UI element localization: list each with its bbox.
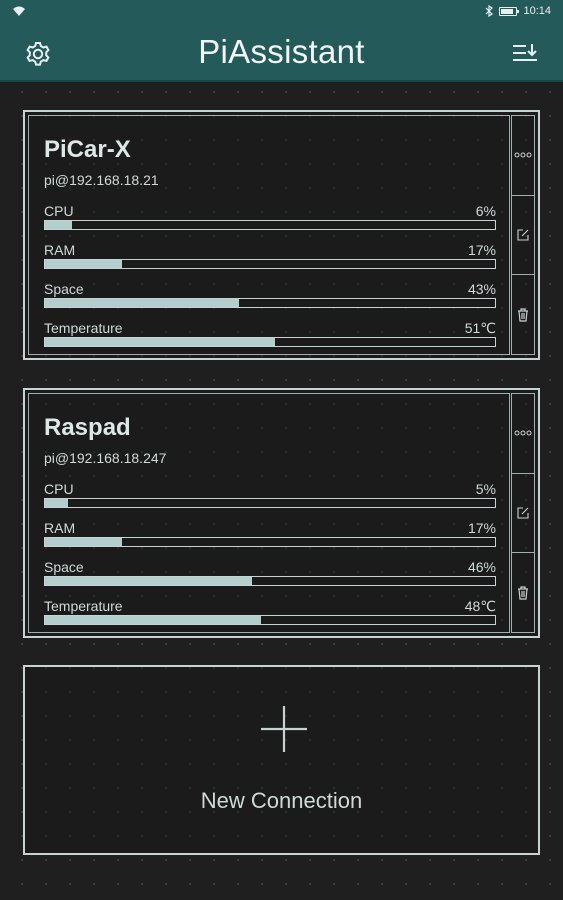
trash-icon <box>518 308 528 322</box>
metric-bar-fill <box>45 538 122 546</box>
metric-label: Space <box>44 559 84 575</box>
metric-value: 46% <box>467 559 496 575</box>
status-time: 10:14 <box>523 5 551 17</box>
metric-bar-fill <box>45 338 275 346</box>
metric-temperature: Temperature 51℃ <box>44 320 496 350</box>
device-host: pi@192.168.18.247 <box>44 450 167 466</box>
more-icon <box>514 430 532 436</box>
metric-cpu: CPU 5% <box>44 481 496 511</box>
more-button[interactable] <box>511 393 535 474</box>
new-connection-button[interactable]: New Connection <box>23 665 540 855</box>
metric-label: Temperature <box>44 320 123 336</box>
plus-icon <box>261 706 307 752</box>
metric-bar-fill <box>45 499 68 507</box>
metric-bar <box>44 298 496 308</box>
metric-space: Space 43% <box>44 281 496 311</box>
app-bar: PiAssistant <box>0 24 563 82</box>
metric-bar-fill <box>45 260 122 268</box>
more-button[interactable] <box>511 115 535 196</box>
metric-value: 48℃ <box>464 598 496 614</box>
metric-bar <box>44 220 496 230</box>
metric-label: CPU <box>44 203 74 219</box>
metric-value: 51℃ <box>464 320 496 336</box>
metric-value: 43% <box>467 281 496 297</box>
app-title: PiAssistant <box>198 33 365 70</box>
edit-icon <box>517 507 529 519</box>
device-name: Raspad <box>44 414 131 441</box>
metric-bar <box>44 498 496 508</box>
metric-label: RAM <box>44 520 76 536</box>
metric-value: 17% <box>467 242 496 258</box>
metric-bar <box>44 337 496 347</box>
metric-label: Temperature <box>44 598 123 614</box>
delete-button[interactable] <box>511 275 535 356</box>
metric-bar-fill <box>45 616 261 624</box>
metric-cpu: CPU 6% <box>44 203 496 233</box>
device-actions <box>511 115 535 356</box>
more-icon <box>514 152 532 158</box>
device-actions <box>511 393 535 634</box>
status-bar: 10:14 <box>0 0 563 24</box>
metric-value: 6% <box>475 203 496 219</box>
metric-ram: RAM 17% <box>44 242 496 272</box>
metric-label: RAM <box>44 242 76 258</box>
battery-icon <box>499 6 520 16</box>
edit-button[interactable] <box>511 195 535 276</box>
sort-icon[interactable] <box>511 40 539 68</box>
metric-bar-fill <box>45 299 239 307</box>
bluetooth-icon <box>486 5 494 17</box>
edit-icon <box>517 229 529 241</box>
edit-button[interactable] <box>511 473 535 554</box>
metric-bar <box>44 615 496 625</box>
metric-bar <box>44 576 496 586</box>
metric-bar-fill <box>45 221 72 229</box>
metric-value: 5% <box>475 481 496 497</box>
metric-bar-fill <box>45 577 252 585</box>
metric-bar <box>44 537 496 547</box>
metric-temperature: Temperature 48℃ <box>44 598 496 628</box>
device-info-panel: Raspad pi@192.168.18.247 CPU 5% RAM 17% … <box>28 393 510 633</box>
device-card[interactable]: PiCar-X pi@192.168.18.21 CPU 6% RAM 17% … <box>23 110 540 360</box>
device-name: PiCar-X <box>44 136 131 163</box>
metric-ram: RAM 17% <box>44 520 496 550</box>
device-card[interactable]: Raspad pi@192.168.18.247 CPU 5% RAM 17% … <box>23 388 540 638</box>
device-info-panel: PiCar-X pi@192.168.18.21 CPU 6% RAM 17% … <box>28 115 510 355</box>
metric-label: CPU <box>44 481 74 497</box>
new-connection-label: New Connection <box>200 788 363 813</box>
device-host: pi@192.168.18.21 <box>44 172 159 188</box>
metric-value: 17% <box>467 520 496 536</box>
metric-bar <box>44 259 496 269</box>
metric-space: Space 46% <box>44 559 496 589</box>
trash-icon <box>518 586 528 600</box>
wifi-icon <box>13 6 25 16</box>
delete-button[interactable] <box>511 553 535 634</box>
metric-label: Space <box>44 281 84 297</box>
